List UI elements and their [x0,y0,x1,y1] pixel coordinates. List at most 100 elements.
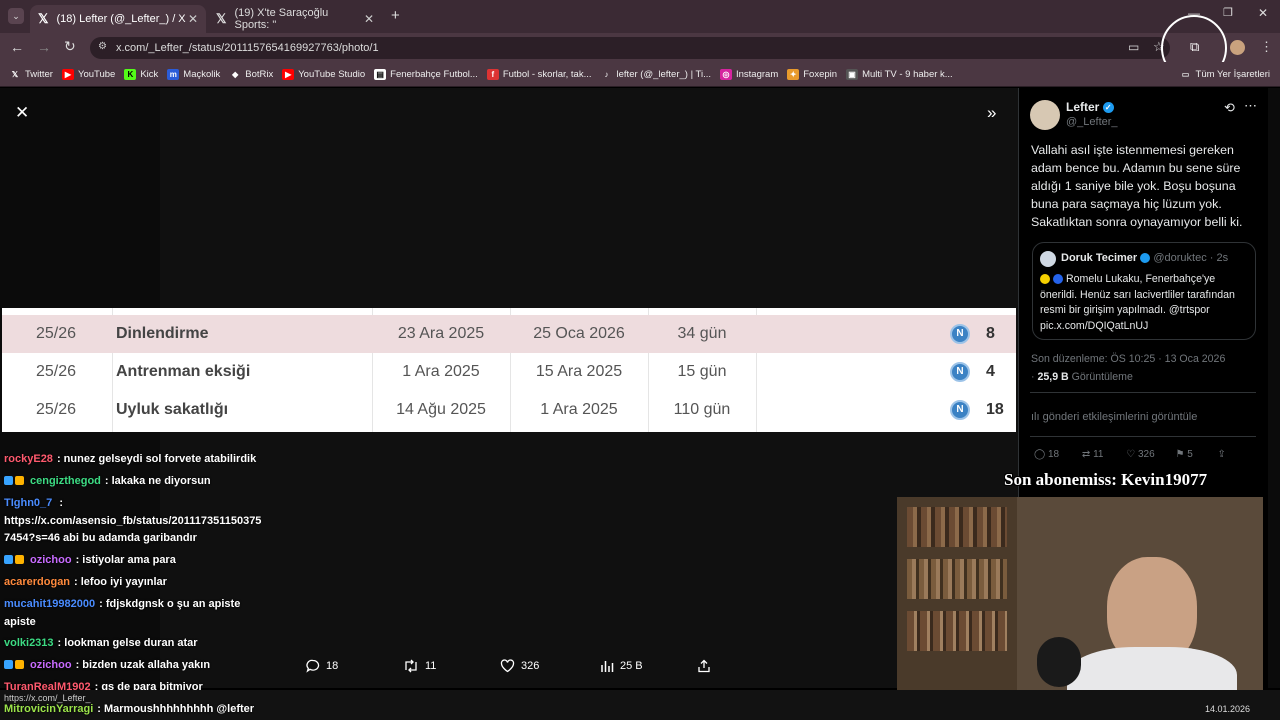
reply-button[interactable]: 18 [306,659,338,673]
views-button[interactable]: 25 B [600,659,643,673]
bookmark-label: Tüm Yer İşaretleri [1195,68,1270,80]
reply-button[interactable]: ◯ 18 [1034,449,1059,460]
cast-icon[interactable]: ▭ [1128,40,1139,54]
view-count: 25,9 B [1037,371,1069,383]
bookmark-label: Maçkolik [183,68,221,80]
chat-message: rockyE28: nunez gelseydi sol forvete ata… [4,453,256,465]
bookmark-youtube[interactable]: ▶ YouTube [61,68,115,80]
page-icon: ▤ [374,68,387,80]
bookmark-label: YouTube Studio [298,68,366,80]
team-badge-icon: N [950,400,970,420]
divider [1030,392,1256,393]
retweet-count: 11 [425,660,437,672]
bookmark-mackolik[interactable]: m Maçkolik [167,68,221,80]
quote-handle: @doruktec · 2s [1153,252,1229,264]
author-avatar[interactable] [1030,100,1060,130]
bookmark-fenerbahce[interactable]: ▤ Fenerbahçe Futbol... [374,68,478,80]
botrix-icon: ◆ [232,69,239,79]
status-link-preview: https://x.com/_Lefter_ [4,693,91,703]
x-logo-icon: 𝕏 [38,11,49,26]
more-options-icon[interactable]: ⋯ [1244,98,1257,114]
share-button[interactable] [697,659,717,673]
games-missed-cell: 18 [986,401,1004,418]
site-info-icon[interactable]: ⚙ [98,41,107,52]
from-date-cell: 14 Ağu 2025 [396,401,486,418]
chat-message: https://x.com/asensio_fb/status/20111735… [4,515,261,527]
team-badge-icon: N [950,362,970,382]
chat-message: ozichoo: istiyolar ama para [4,554,176,566]
author-handle[interactable]: @_Lefter_ [1066,116,1118,128]
microphone-icon [1037,637,1081,687]
flashscore-icon: f [486,68,499,80]
bookmark-count: 5 [1187,449,1193,460]
expand-panel-icon[interactable]: » [987,103,996,123]
forward-icon[interactable]: → [37,39,51,55]
bookmark-botrix[interactable]: ◆ BotRix [229,69,273,80]
close-tab-icon[interactable]: ✕ [188,12,198,26]
taskbar-date: 14.01.2026 [1205,704,1251,714]
tab-lefter[interactable]: 𝕏 (18) Lefter (@_Lefter_) / X ✕ [30,5,206,33]
bookmark-label: Multi TV - 9 haber k... [862,68,953,80]
season-cell: 25/26 [36,363,77,380]
from-date-cell: 1 Ara 2025 [402,363,480,380]
tweet-stats-row: ◯ 18 ⇄ 11 ♡ 326 ⚑ 5 ⇪ [1034,449,1226,460]
foxepin-icon: ✦ [787,68,800,80]
bookmark-button[interactable]: ⚑ 5 [1175,449,1192,460]
menu-icon[interactable]: ⋮ [1260,39,1273,55]
tweet-text: Vallahi asıl işte istenmemesi gereken ad… [1031,143,1243,229]
profile-avatar[interactable] [1230,40,1245,55]
like-button[interactable]: ♡ 326 [1126,449,1154,460]
bookmark-youtube-studio[interactable]: ▶ YouTube Studio [282,68,366,80]
author-name[interactable]: Lefter ✓ [1066,100,1114,114]
chat-username: rockyE28 [4,453,53,465]
chat-text: : istiyolar ama para [75,554,176,566]
close-tab-icon[interactable]: ✕ [364,12,374,26]
chat-text: : nunez gelseydi sol forvete atabilirdik [56,453,257,465]
close-photo-icon[interactable]: ✕ [15,103,29,123]
duration-cell: 34 gün [677,325,727,342]
bookmark-label: Foxepin [803,68,838,80]
bookmark-tiktok[interactable]: ♪ lefter (@_lefter_) | Ti... [601,69,711,80]
all-bookmarks[interactable]: ▭ Tüm Yer İşaretleri [1180,69,1270,80]
bookmark-label: Futbol - skorlar, tak... [502,68,592,80]
quoted-tweet[interactable]: Doruk Tecimer @doruktec · 2s Romelu Luka… [1032,242,1256,340]
last-subscriber-overlay: Son abonemiss: Kevin19077 [1004,470,1208,489]
chat-message: ozichoo: bizden uzak allaha yakın [4,659,210,671]
reload-icon[interactable]: ↻ [64,38,76,55]
duration-cell: 110 gün [673,401,731,418]
url-text: x.com/_Lefter_/status/201115765416992776… [116,42,379,54]
x-logo-icon: 𝕏 [216,11,227,26]
url-bar[interactable]: ⚙ x.com/_Lefter_/status/2011157654169927… [90,37,1170,59]
chat-username: volki2313 [4,637,54,649]
back-icon[interactable]: ← [10,39,24,55]
to-date-cell: 15 Ara 2025 [535,363,623,380]
maximize-icon[interactable]: ❐ [1223,6,1233,19]
blue-circle-icon [1052,274,1063,285]
new-tab-button[interactable]: + [391,7,400,24]
bookmark-futbol[interactable]: f Futbol - skorlar, tak... [486,68,592,80]
tab-title: (19) X'te Saraçoğlu Sports: " [234,7,329,31]
retweet-button[interactable]: 11 [403,659,436,673]
chat-username: ozichoo [30,554,72,566]
bookmark-multitv[interactable]: ▣ Multi TV - 9 haber k... [846,68,953,80]
bookmark-instagram[interactable]: ◎ Instagram [720,68,778,80]
share-button[interactable]: ⇪ [1218,449,1226,460]
like-button[interactable]: 326 [500,659,539,673]
bookmark-label: Kick [140,68,159,80]
table-row: 25/26 Antrenman eksiği 1 Ara 2025 15 Ara… [2,353,1016,391]
like-count: 326 [521,660,540,672]
bookmark-twitter[interactable]: 𝕏 Twitter [9,69,53,80]
edit-timestamp: Son düzenleme: ÖS 10:25 · 13 Oca 2026 [1031,353,1226,365]
retweet-button[interactable]: ⇄ 11 [1082,449,1104,460]
tab-search-icon[interactable]: ⌄ [8,8,24,24]
streamer-webcam [897,497,1263,705]
grok-icon[interactable]: ⟲ [1224,100,1235,116]
folder-icon: ▭ [1181,69,1190,79]
team-badge-icon: N [950,324,970,344]
close-window-icon[interactable]: ✕ [1258,6,1268,20]
bookmark-kick[interactable]: K Kick [124,68,159,80]
bookshelf-row [907,559,1007,599]
engagements-link[interactable]: ılı gönderi etkileşimlerini görüntüle [1031,411,1197,423]
bookmark-foxepin[interactable]: ✦ Foxepin [787,68,838,80]
tab-saracoglu[interactable]: 𝕏 (19) X'te Saraçoğlu Sports: " ✕ [208,5,382,33]
